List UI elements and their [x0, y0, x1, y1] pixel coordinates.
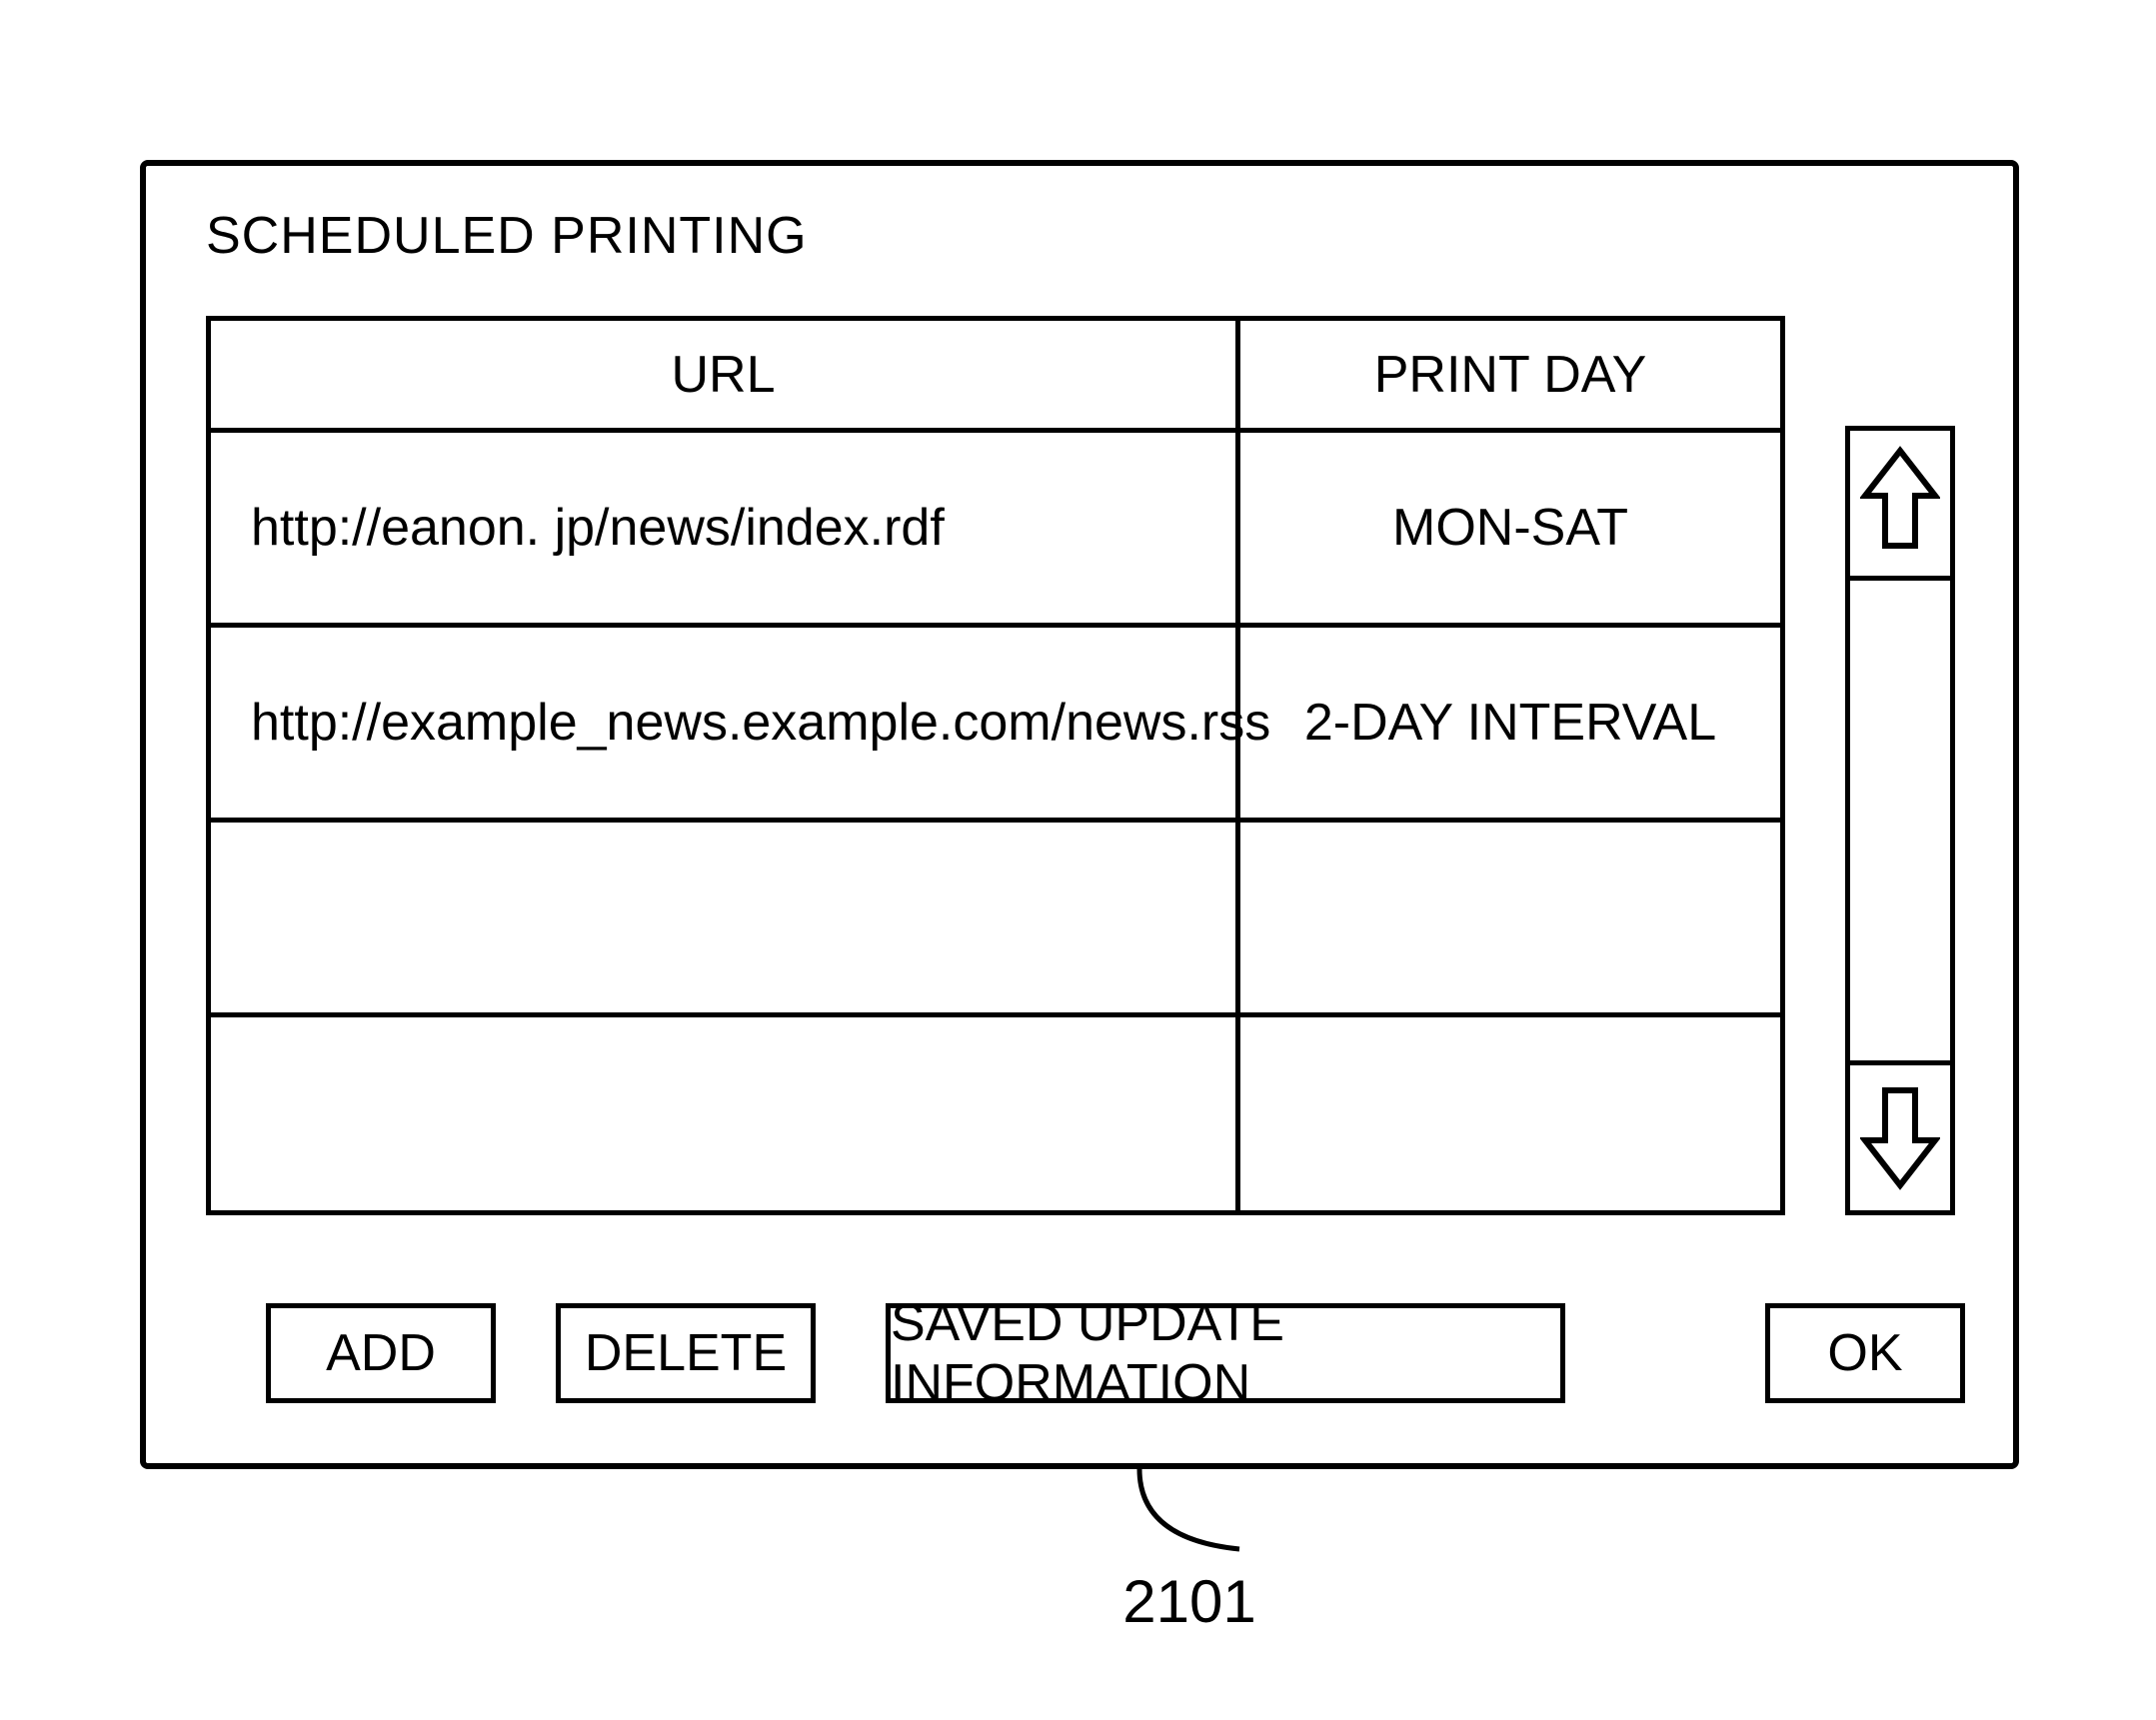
cell-url: http://example_news.example.com/news.rss	[211, 628, 1240, 818]
table-row[interactable]: http://example_news.example.com/news.rss…	[211, 628, 1780, 823]
add-button[interactable]: ADD	[266, 1303, 496, 1403]
table-row[interactable]	[211, 823, 1780, 1017]
table-header-row: URL PRINT DAY	[211, 321, 1780, 433]
cell-print-day: MON-SAT	[1240, 433, 1780, 623]
cell-print-day	[1240, 823, 1780, 1012]
delete-button[interactable]: DELETE	[556, 1303, 816, 1403]
callout-annotation: 2101	[1089, 1469, 1289, 1636]
header-url: URL	[211, 321, 1240, 428]
cell-url	[211, 823, 1240, 1012]
ok-button[interactable]: OK	[1765, 1303, 1965, 1403]
scroll-down-button[interactable]	[1850, 1060, 1950, 1210]
cell-url: http://eanon. jp/news/index.rdf	[211, 433, 1240, 623]
callout-leader-icon	[1129, 1469, 1249, 1559]
saved-update-information-button[interactable]: SAVED UPDATE INFORMATION	[886, 1303, 1565, 1403]
dialog-frame: SCHEDULED PRINTING URL PRINT DAY http://…	[140, 160, 2019, 1469]
header-print-day: PRINT DAY	[1240, 321, 1780, 428]
arrow-down-icon	[1860, 1080, 1940, 1195]
callout-label: 2101	[1089, 1567, 1289, 1636]
table-row[interactable]	[211, 1017, 1780, 1212]
scrollbar	[1845, 426, 1955, 1215]
scroll-up-button[interactable]	[1850, 431, 1950, 581]
cell-print-day: 2-DAY INTERVAL	[1240, 628, 1780, 818]
cell-print-day	[1240, 1017, 1780, 1212]
button-row: ADD DELETE SAVED UPDATE INFORMATION OK	[266, 1303, 1965, 1403]
table-row[interactable]: http://eanon. jp/news/index.rdf MON-SAT	[211, 433, 1780, 628]
arrow-up-icon	[1860, 446, 1940, 561]
dialog-title: SCHEDULED PRINTING	[206, 206, 808, 266]
cell-url	[211, 1017, 1240, 1212]
schedule-table: URL PRINT DAY http://eanon. jp/news/inde…	[206, 316, 1785, 1215]
